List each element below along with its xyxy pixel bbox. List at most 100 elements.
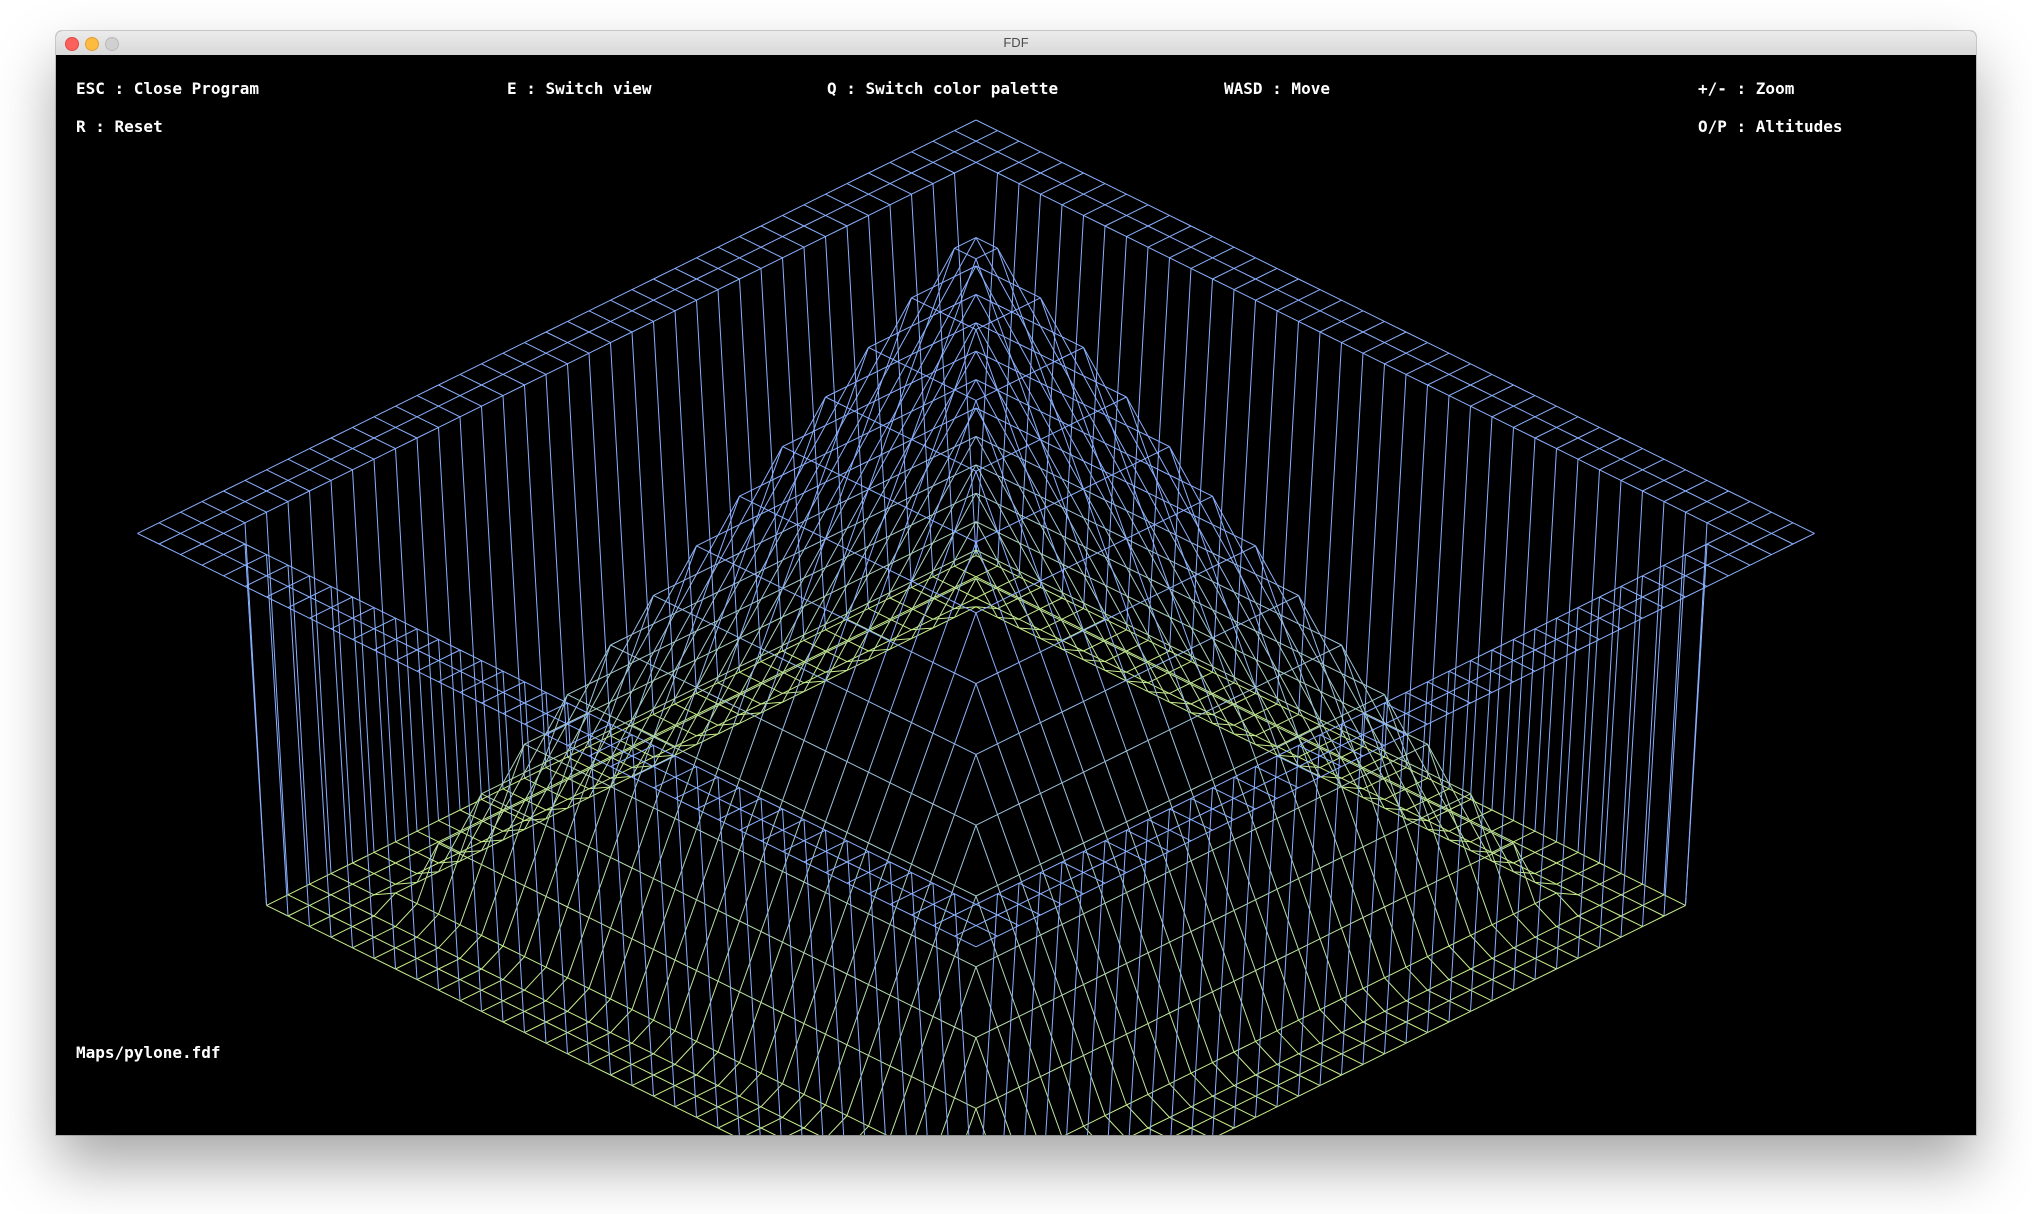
wire-segment — [1577, 936, 1600, 949]
wire-segment — [825, 549, 848, 610]
wire-segment — [846, 559, 869, 621]
wire-segment — [244, 543, 267, 906]
wire-segment — [395, 968, 418, 981]
wire-segment — [631, 310, 654, 322]
wire-segment — [1341, 1053, 1364, 1065]
wire-segment — [825, 679, 848, 692]
wire-segment — [373, 936, 396, 949]
wire-segment — [1276, 1074, 1299, 1087]
wire-segment — [502, 874, 525, 887]
wire-segment — [932, 130, 955, 142]
wire-segment — [674, 278, 697, 291]
wire-segment — [309, 904, 332, 917]
wire-segment — [1169, 658, 1192, 720]
wire-segment — [1276, 278, 1299, 291]
wire-segment — [1491, 405, 1514, 418]
wire-segment — [1061, 913, 1084, 925]
wire-segment — [825, 750, 848, 763]
wire-segment — [932, 151, 955, 163]
wire-segment — [1577, 883, 1600, 896]
wire-segment — [653, 818, 676, 879]
wire-segment — [1513, 638, 1536, 651]
wire-segment — [954, 119, 977, 132]
wire-segment — [1169, 236, 1192, 248]
wire-segment — [1556, 851, 1579, 864]
wire-segment — [1534, 416, 1557, 428]
wire-segment — [825, 829, 848, 842]
wire-segment — [846, 214, 869, 227]
wire-segment — [889, 618, 912, 631]
wire-segment — [438, 373, 461, 386]
wire-segment — [330, 617, 353, 630]
wire-segment — [416, 426, 439, 439]
wire-segment — [1405, 363, 1428, 375]
wire-segment — [1147, 870, 1170, 883]
wire-segment — [803, 639, 826, 652]
wire-segment — [1427, 809, 1450, 822]
wire-segment — [674, 747, 697, 759]
wire-segment — [975, 914, 998, 927]
wire-segment — [567, 1042, 590, 1055]
wire-segment — [1298, 666, 1321, 727]
wire-segment — [1642, 565, 1665, 927]
wire-segment — [1319, 1074, 1342, 1087]
wire-segment — [1212, 776, 1235, 789]
wire-segment — [438, 427, 461, 811]
render-canvas[interactable]: ESC : Close Program E : Switch view Q : … — [56, 55, 1976, 1135]
wire-segment — [1083, 559, 1106, 621]
wire-segment — [717, 246, 740, 259]
wire-segment — [932, 883, 949, 1135]
wire-segment — [803, 680, 826, 741]
wire-segment — [803, 810, 826, 823]
wire-segment — [201, 501, 224, 513]
wire-segment — [309, 585, 332, 598]
wire-segment — [1212, 980, 1235, 993]
wire-segment — [1427, 1010, 1450, 1023]
wire-segment — [373, 851, 396, 864]
wire-segment — [1126, 881, 1149, 894]
wire-segment — [373, 947, 396, 959]
wire-segment — [782, 457, 805, 518]
wire-segment — [502, 809, 525, 822]
wire-segment — [1448, 691, 1471, 704]
wire-segment — [1126, 236, 1149, 248]
wire-segment — [1018, 151, 1041, 163]
wire-segment — [782, 650, 805, 663]
wire-segment — [287, 575, 310, 587]
wire-segment — [524, 352, 547, 365]
wire-segment — [502, 384, 525, 397]
wire-segment — [352, 851, 375, 864]
wire-segment — [1255, 278, 1278, 291]
wire-segment — [932, 449, 955, 462]
wire-segment — [1255, 747, 1278, 759]
wire-segment — [1685, 543, 1708, 906]
wire-segment — [481, 681, 504, 693]
wire-segment — [1212, 267, 1235, 280]
wire-segment — [932, 661, 955, 674]
wire-segment — [889, 872, 912, 884]
wire-segment — [610, 734, 633, 746]
wire-segment — [1534, 851, 1557, 864]
wire-segment — [1083, 772, 1106, 833]
wire-segment — [696, 1106, 719, 1118]
wire-segment — [1276, 766, 1299, 778]
wire-segment — [545, 767, 568, 779]
wire-segment — [1405, 1021, 1428, 1034]
wire-segment — [1040, 651, 1063, 713]
wire-segment — [1212, 850, 1235, 911]
wire-segment — [1104, 840, 1127, 852]
wire-segment — [287, 565, 310, 927]
wire-segment — [588, 310, 611, 322]
wire-segment — [1276, 1019, 1299, 1032]
wire-segment — [1233, 766, 1256, 778]
wire-segment — [1061, 499, 1084, 560]
wire-segment — [868, 850, 891, 863]
wire-segment — [868, 771, 891, 784]
wire-segment — [1104, 903, 1127, 964]
wire-segment — [524, 754, 547, 816]
wire-segment — [997, 602, 1020, 663]
wire-segment — [1577, 862, 1600, 875]
wire-segment — [954, 743, 977, 755]
wire-segment — [330, 862, 353, 875]
wire-segment — [1126, 214, 1149, 227]
